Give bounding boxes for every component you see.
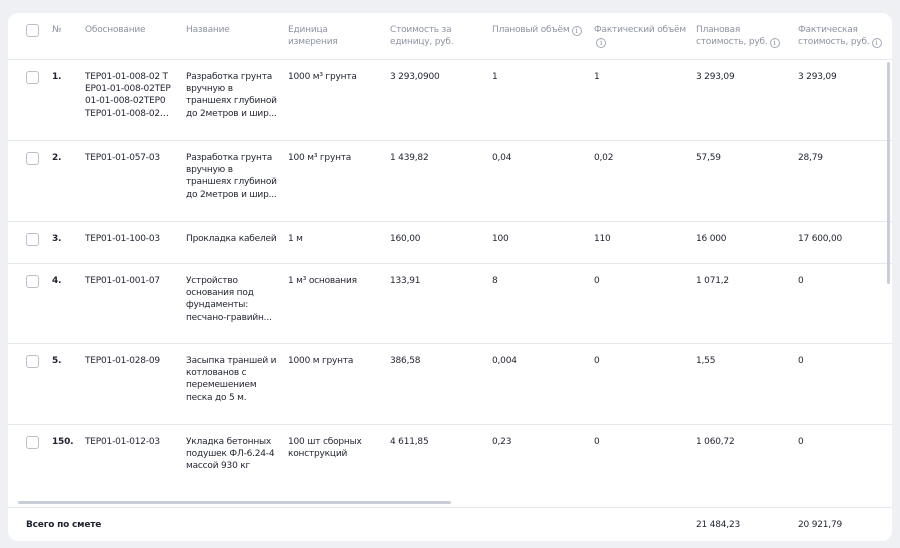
row-checkbox[interactable] [26, 355, 39, 368]
planned-total: 21 484,23 [696, 520, 741, 530]
header-unit-cost[interactable]: Стоимость за единицу, руб. [390, 24, 482, 48]
table-row[interactable]: 2. ТЕР01-01-057-03 Разработка грунта вру… [8, 141, 892, 222]
row-name: Устройство основания под фундаменты: пес… [186, 276, 272, 323]
row-unit: 1 м³ основания [288, 276, 357, 286]
row-actual-volume: 0 [594, 356, 600, 366]
total-label: Всего по смете [26, 520, 102, 530]
row-planned-volume: 0,004 [492, 356, 517, 366]
row-name: Укладка бетонных подушек ФЛ-6.24-4 массо… [186, 437, 275, 472]
header-planned-cost-label: Плановая стоимость, руб. [696, 25, 768, 48]
row-number: 2. [52, 153, 62, 163]
row-planned-volume: 8 [492, 276, 498, 286]
row-number: 1. [52, 72, 62, 82]
row-unit-cost: 4 611,85 [390, 437, 429, 447]
row-actual-cost: 0 [798, 437, 804, 447]
row-actual-cost: 3 293,09 [798, 72, 837, 82]
row-unit: 100 шт сборных конструкций [288, 437, 362, 460]
horizontal-scrollbar-thumb[interactable] [18, 501, 451, 504]
row-planned-cost: 1,55 [696, 356, 716, 366]
row-unit: 100 м³ грунта [288, 153, 352, 163]
row-unit-cost: 3 293,0900 [390, 72, 440, 82]
actual-total: 20 921,79 [798, 520, 843, 530]
row-checkbox[interactable] [26, 71, 39, 84]
header-actual-cost-label: Фактическая стоимость, руб. [798, 25, 870, 48]
row-planned-cost: 3 293,09 [696, 72, 735, 82]
row-planned-volume: 100 [492, 234, 509, 244]
header-unit[interactable]: Единица измерения [288, 24, 378, 48]
table-header: № Обоснование Название Единица измерения… [8, 13, 892, 60]
row-name: Разработка грунта вручную в траншеях глу… [186, 72, 277, 119]
table-footer-totals: Всего по смете 21 484,23 20 921,79 [8, 507, 892, 541]
row-actual-volume: 1 [594, 72, 600, 82]
row-name: Прокладка кабелей [186, 234, 277, 244]
table-row[interactable]: 5. ТЕР01-01-028-09 Засыпка траншей и кот… [8, 344, 892, 425]
select-all-checkbox[interactable] [26, 24, 39, 37]
row-basis: ТЕР01-01-012-03 [85, 437, 160, 447]
row-checkbox[interactable] [26, 275, 39, 288]
header-actual-cost[interactable]: Фактическая стоимость, руб. i [798, 24, 888, 49]
table-row[interactable]: 1. ТЕР01-01-008-02 ТЕР01-01-008-02ТЕР01-… [8, 60, 892, 141]
table-row[interactable]: 150. ТЕР01-01-012-03 Укладка бетонных по… [8, 425, 892, 505]
header-number: № [52, 25, 62, 35]
row-unit: 1 м [288, 234, 303, 244]
row-unit-cost: 160,00 [390, 234, 421, 244]
row-planned-volume: 0,04 [492, 153, 512, 163]
row-unit-cost: 386,58 [390, 356, 421, 366]
row-planned-volume: 0,23 [492, 437, 512, 447]
info-icon[interactable]: i [871, 38, 882, 49]
header-actual-volume-label: Фактический объём [594, 25, 686, 35]
header-name[interactable]: Название [186, 24, 281, 36]
row-unit-cost: 133,91 [390, 276, 421, 286]
row-name: Засыпка траншей и котлованов с перемешен… [186, 356, 277, 403]
row-actual-volume: 0 [594, 276, 600, 286]
row-planned-cost: 57,59 [696, 153, 721, 163]
row-basis: ТЕР01-01-028-09 [85, 356, 160, 366]
row-planned-cost: 16 000 [696, 234, 727, 244]
info-icon[interactable]: i [769, 38, 780, 49]
row-actual-volume: 0,02 [594, 153, 614, 163]
header-planned-cost[interactable]: Плановая стоимость, руб. i [696, 24, 790, 49]
row-actual-cost: 0 [798, 276, 804, 286]
row-number: 5. [52, 356, 62, 366]
table-row[interactable]: 3. ТЕР01-01-100-03 Прокладка кабелей 1 м… [8, 222, 892, 264]
row-number: 4. [52, 276, 62, 286]
table-row[interactable]: 4. ТЕР01-01-001-07 Устройство основания … [8, 264, 892, 344]
row-planned-cost: 1 071,2 [696, 276, 729, 286]
row-actual-cost: 0 [798, 356, 804, 366]
row-actual-cost: 17 600,00 [798, 234, 843, 244]
info-icon[interactable]: i [571, 26, 582, 36]
header-basis[interactable]: Обоснование [85, 24, 180, 36]
header-planned-volume[interactable]: Плановый объём i [492, 24, 584, 36]
row-name: Разработка грунта вручную в траншеях глу… [186, 153, 277, 200]
row-basis: ТЕР01-01-008-02 ТЕР01-01-008-02ТЕР01-01-… [85, 72, 171, 119]
row-unit: 1000 м³ грунта [288, 72, 357, 82]
estimate-table-card: № Обоснование Название Единица измерения… [8, 13, 892, 541]
row-actual-volume: 110 [594, 234, 611, 244]
row-basis: ТЕР01-01-100-03 [85, 234, 160, 244]
row-checkbox[interactable] [26, 436, 39, 449]
vertical-scrollbar-thumb[interactable] [887, 62, 890, 284]
row-basis: ТЕР01-01-057-03 [85, 153, 160, 163]
row-number: 3. [52, 234, 62, 244]
row-checkbox[interactable] [26, 152, 39, 165]
row-number: 150. [52, 437, 74, 447]
header-planned-volume-label: Плановый объём [492, 25, 570, 35]
header-actual-volume[interactable]: Фактический объём i [594, 24, 686, 49]
row-actual-cost: 28,79 [798, 153, 823, 163]
row-actual-volume: 0 [594, 437, 600, 447]
row-checkbox[interactable] [26, 233, 39, 246]
row-basis: ТЕР01-01-001-07 [85, 276, 160, 286]
row-unit-cost: 1 439,82 [390, 153, 429, 163]
row-planned-cost: 1 060,72 [696, 437, 735, 447]
row-unit: 1000 м грунта [288, 356, 354, 366]
info-icon[interactable]: i [596, 38, 606, 49]
row-planned-volume: 1 [492, 72, 498, 82]
